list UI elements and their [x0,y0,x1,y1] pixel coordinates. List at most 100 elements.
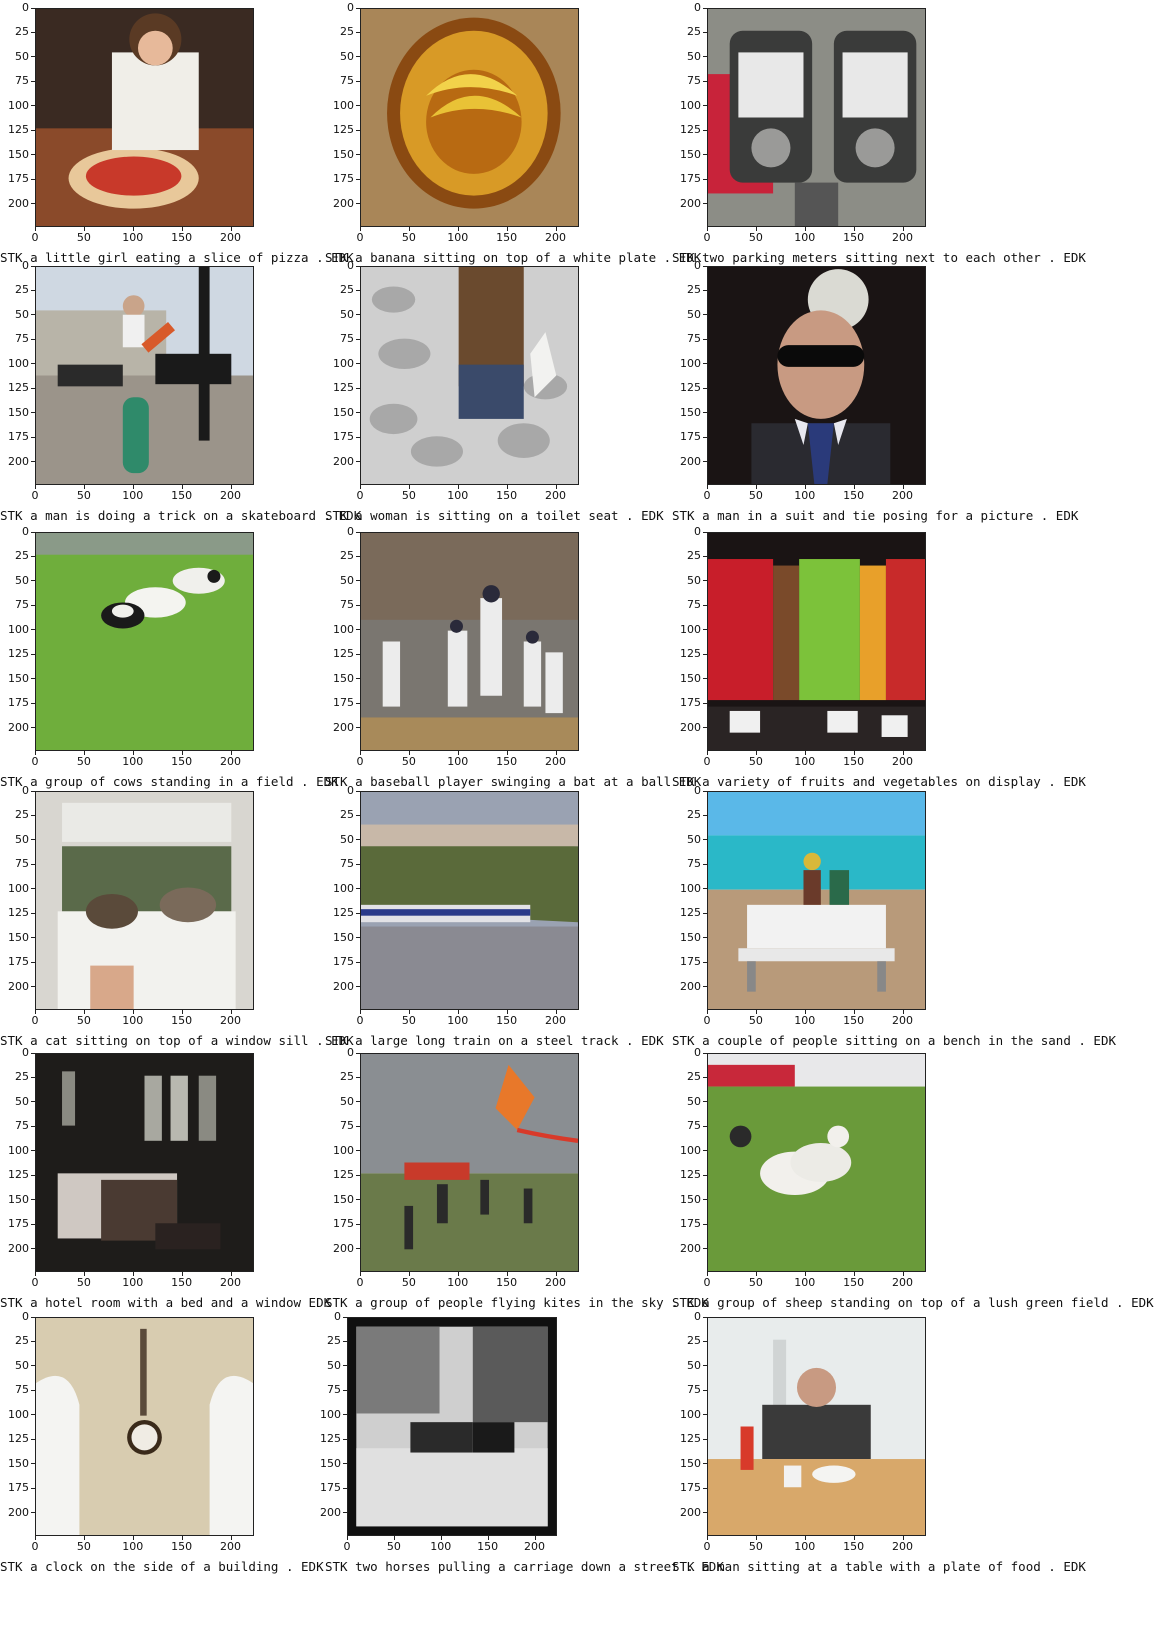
x-tick-label: 200 [216,1272,246,1289]
y-tick-label: 100 [673,99,707,112]
x-tick-label: 100 [443,227,473,244]
x-tick-label: 200 [888,1536,918,1553]
image-hotel-room [35,1053,254,1272]
y-tick-label: 75 [1,332,35,345]
image-banana-bowl [360,8,579,227]
y-tick-label: 150 [673,1193,707,1206]
x-tick-label: 100 [790,485,820,502]
x-tick-label: 0 [345,485,375,502]
x-tick-label: 0 [20,1536,50,1553]
y-tick-label: 50 [326,308,360,321]
image-toilet-seat [360,266,579,485]
y-tick-label: 150 [326,148,360,161]
x-tick-label: 0 [692,227,722,244]
y-tick-label: 50 [1,574,35,587]
y-tick-label: 75 [326,598,360,611]
y-tick-label: 125 [673,647,707,660]
y-tick-label: 0 [326,1046,360,1059]
x-tick-label: 100 [443,1010,473,1027]
y-tick-label: 25 [313,1334,347,1347]
x-tick-label: 100 [118,485,148,502]
image-baseball [360,532,579,751]
x-tick-label: 150 [839,485,869,502]
y-tick-label: 25 [1,283,35,296]
y-tick-label: 150 [1,672,35,685]
x-tick-label: 50 [394,1272,424,1289]
x-tick-label: 150 [167,227,197,244]
x-tick-label: 50 [379,1536,409,1553]
y-tick-label: 100 [1,882,35,895]
x-tick-label: 0 [332,1536,362,1553]
x-tick-label: 200 [216,227,246,244]
y-tick-label: 125 [313,1432,347,1445]
x-tick-label: 200 [216,1010,246,1027]
panel-caption: STK a variety of fruits and vegetables o… [672,774,1086,789]
y-tick-label: 175 [673,1217,707,1230]
x-tick-label: 100 [118,751,148,768]
y-tick-label: 150 [326,672,360,685]
y-tick-label: 50 [1,1095,35,1108]
y-tick-label: 125 [326,381,360,394]
y-tick-label: 200 [673,980,707,993]
x-tick-label: 50 [394,485,424,502]
y-tick-label: 25 [326,283,360,296]
y-tick-label: 50 [1,50,35,63]
y-tick-label: 200 [326,721,360,734]
panel-caption: STK a little girl eating a slice of pizz… [0,250,354,265]
y-tick-label: 50 [673,833,707,846]
y-tick-label: 100 [326,1144,360,1157]
x-tick-label: 50 [741,1536,771,1553]
x-tick-label: 100 [790,1010,820,1027]
y-tick-label: 100 [673,1408,707,1421]
y-tick-label: 0 [326,259,360,272]
x-tick-label: 200 [888,1272,918,1289]
x-tick-label: 50 [741,227,771,244]
x-tick-label: 0 [692,751,722,768]
y-tick-label: 25 [673,1334,707,1347]
y-tick-label: 200 [313,1506,347,1519]
y-tick-label: 150 [326,931,360,944]
panel-caption: STK two horses pulling a carriage down a… [325,1559,724,1574]
y-tick-label: 25 [326,808,360,821]
y-tick-label: 100 [673,623,707,636]
y-tick-label: 100 [673,882,707,895]
y-tick-label: 75 [326,74,360,87]
y-tick-label: 125 [673,1432,707,1445]
panel-caption: STK a group of cows standing in a field … [0,774,339,789]
y-tick-label: 100 [1,357,35,370]
y-tick-label: 0 [1,784,35,797]
image-sheep [707,1053,926,1272]
panel-caption: STK two parking meters sitting next to e… [672,250,1086,265]
x-tick-label: 100 [426,1536,456,1553]
x-tick-label: 50 [69,227,99,244]
x-tick-label: 0 [20,485,50,502]
y-tick-label: 100 [1,1144,35,1157]
y-tick-label: 175 [1,430,35,443]
y-tick-label: 200 [326,1242,360,1255]
panel-caption: STK a cat sitting on top of a window sil… [0,1033,354,1048]
panel-caption: STK a man sitting at a table with a plat… [672,1559,1086,1574]
x-tick-label: 0 [20,1272,50,1289]
y-tick-label: 0 [326,784,360,797]
y-tick-label: 175 [326,172,360,185]
y-tick-label: 125 [1,647,35,660]
x-tick-label: 0 [692,1536,722,1553]
y-tick-label: 25 [673,283,707,296]
x-tick-label: 200 [216,485,246,502]
y-tick-label: 175 [673,430,707,443]
y-tick-label: 50 [326,1095,360,1108]
panel-caption: STK a group of people flying kites in th… [325,1295,709,1310]
panel-caption: STK a group of sheep standing on top of … [672,1295,1154,1310]
image-skateboard [35,266,254,485]
y-tick-label: 125 [326,906,360,919]
y-tick-label: 125 [1,381,35,394]
y-tick-label: 50 [1,308,35,321]
y-tick-label: 25 [1,1070,35,1083]
x-tick-label: 200 [888,485,918,502]
image-cats-window [35,791,254,1010]
y-tick-label: 150 [326,406,360,419]
image-kites [360,1053,579,1272]
y-tick-label: 175 [326,955,360,968]
y-tick-label: 200 [1,721,35,734]
x-tick-label: 150 [839,227,869,244]
